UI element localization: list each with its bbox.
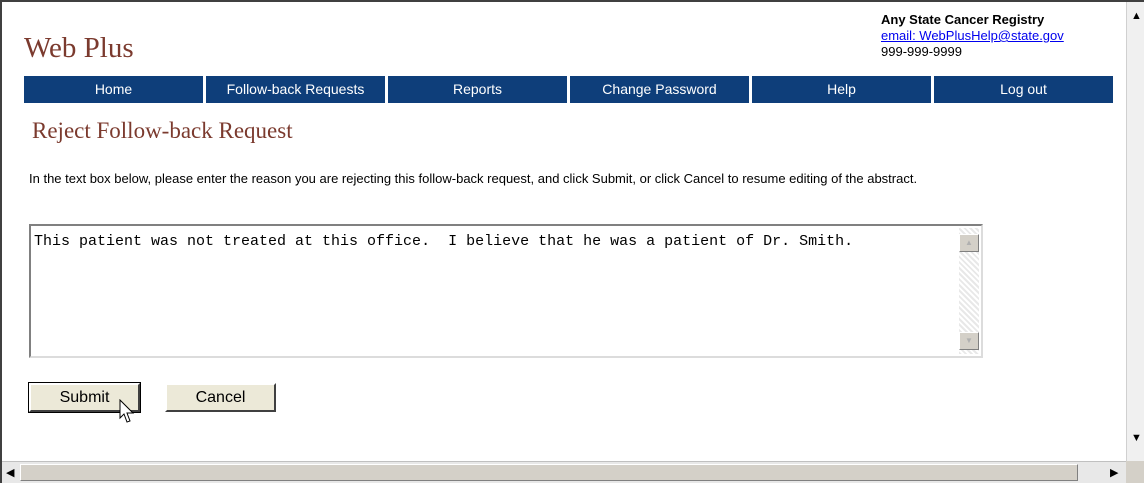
scroll-up-arrow-icon[interactable]: ▲ — [959, 234, 979, 252]
nav-log-out[interactable]: Log out — [934, 76, 1113, 103]
scroll-left-arrow-icon[interactable]: ◀ — [6, 466, 14, 479]
registry-phone: 999-999-9999 — [881, 44, 962, 59]
textarea-scrollbar[interactable]: ▲ ▼ — [959, 228, 979, 354]
horizontal-scroll-thumb[interactable] — [20, 464, 1078, 481]
reason-textarea[interactable]: This patient was not treated at this off… — [29, 224, 983, 358]
nav-follow-back-requests[interactable]: Follow-back Requests — [206, 76, 388, 103]
instructions-text: In the text box below, please enter the … — [29, 171, 918, 186]
page-horizontal-scrollbar[interactable]: ◀ ▶ — [2, 461, 1126, 483]
nav-reports[interactable]: Reports — [388, 76, 570, 103]
registry-name: Any State Cancer Registry — [881, 12, 1045, 27]
nav-help[interactable]: Help — [752, 76, 934, 103]
brand-logo: Web Plus — [24, 32, 134, 64]
page-title: Reject Follow-back Request — [32, 118, 293, 143]
cancel-button[interactable]: Cancel — [165, 383, 276, 412]
registry-email-link[interactable]: email: WebPlusHelp@state.gov — [881, 28, 1064, 44]
scroll-down-arrow-icon[interactable]: ▼ — [959, 332, 979, 350]
reason-text: This patient was not treated at this off… — [34, 233, 854, 250]
registry-info: Any State Cancer Registry email: WebPlus… — [881, 12, 1064, 60]
page-vertical-scrollbar[interactable]: ▲ ▼ — [1126, 2, 1144, 461]
mouse-pointer-icon — [119, 399, 135, 423]
page-viewport: Web Plus Any State Cancer Registry email… — [2, 2, 1126, 461]
scroll-up-arrow-icon[interactable]: ▲ — [1131, 10, 1142, 22]
scroll-down-arrow-icon[interactable]: ▼ — [1131, 432, 1142, 444]
nav-home[interactable]: Home — [24, 76, 206, 103]
scrollbar-corner — [1126, 461, 1144, 483]
main-nav: Home Follow-back Requests Reports Change… — [24, 76, 1113, 103]
nav-change-password[interactable]: Change Password — [570, 76, 752, 103]
browser-window: Web Plus Any State Cancer Registry email… — [0, 0, 1144, 483]
scroll-right-arrow-icon[interactable]: ▶ — [1110, 466, 1118, 479]
